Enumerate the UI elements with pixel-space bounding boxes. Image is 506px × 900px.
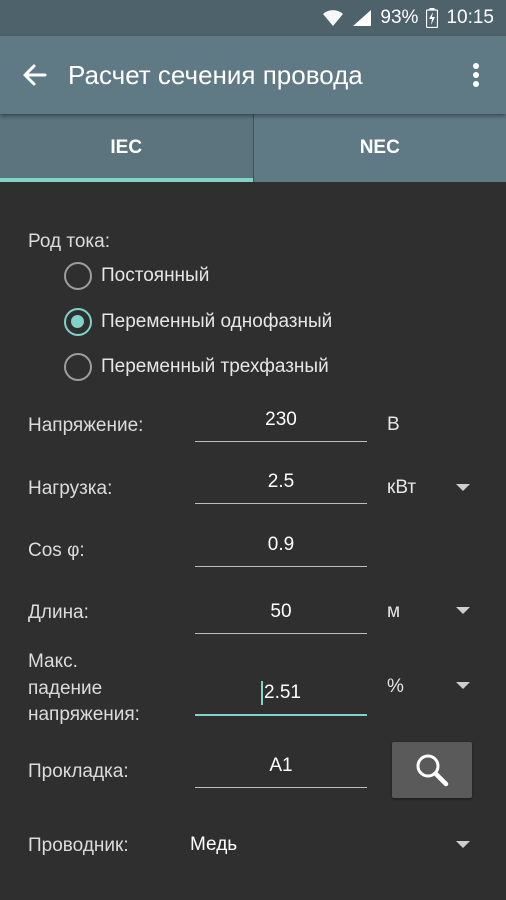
voltage-label: Напряжение: — [28, 415, 144, 436]
tab-iec[interactable]: IEC — [0, 114, 254, 182]
tab-nec-label: NEC — [359, 137, 400, 158]
more-vert-icon — [473, 63, 479, 87]
conductor-dropdown-icon[interactable] — [456, 841, 470, 848]
radio-ac-three-phase-label: Переменный трехфазный — [101, 356, 329, 377]
radio-dc-label: Постоянный — [101, 265, 210, 286]
installation-label: Прокладка: — [28, 761, 129, 782]
voltage-drop-label-line1: Макс. — [28, 651, 78, 672]
radio-ac-single-phase-label: Переменный однофазный — [101, 311, 333, 332]
conductor-select[interactable]: Медь — [190, 834, 237, 856]
length-unit-select[interactable]: м — [387, 601, 400, 623]
battery-percent: 93% — [380, 7, 419, 28]
voltage-drop-input[interactable]: 2.51 — [195, 672, 367, 716]
radio-dc[interactable]: Постоянный — [64, 260, 209, 292]
voltage-unit: В — [387, 414, 400, 435]
voltage-input[interactable]: 230 — [195, 398, 367, 442]
installation-search-button[interactable] — [392, 742, 472, 798]
length-input[interactable]: 50 — [195, 590, 367, 634]
back-button[interactable] — [0, 36, 68, 114]
cos-phi-input[interactable]: 0.9 — [195, 523, 367, 567]
radio-ac-three-phase-button[interactable] — [64, 353, 92, 381]
search-icon — [416, 754, 449, 787]
length-unit-dropdown-icon[interactable] — [456, 607, 470, 614]
clock: 10:15 — [446, 7, 494, 28]
tab-bar: IEC NEC — [0, 114, 506, 182]
form-content: Род тока: Постоянный Переменный однофазн… — [0, 182, 506, 900]
radio-dc-button[interactable] — [64, 262, 92, 290]
overflow-menu-button[interactable] — [446, 36, 506, 114]
app-title: Расчет сечения провода — [68, 59, 363, 90]
voltage-drop-label-line2: падение — [28, 678, 103, 699]
voltage-drop-value: 2.51 — [264, 682, 301, 703]
tab-nec[interactable]: NEC — [254, 114, 506, 182]
text-cursor — [261, 681, 263, 705]
radio-ac-three-phase[interactable]: Переменный трехфазный — [64, 351, 329, 383]
radio-ac-single-phase-button[interactable] — [64, 308, 92, 336]
voltage-drop-unit-dropdown-icon[interactable] — [456, 682, 470, 689]
voltage-drop-label-line3: напряжения: — [28, 704, 140, 725]
wifi-icon — [322, 9, 344, 27]
radio-ac-single-phase[interactable]: Переменный однофазный — [64, 306, 332, 338]
current-type-label: Род тока: — [28, 231, 110, 252]
cos-phi-label: Cos φ: — [28, 540, 85, 561]
tab-iec-label: IEC — [110, 137, 143, 158]
signal-icon — [352, 9, 372, 27]
battery-charging-icon — [426, 8, 439, 28]
load-unit-dropdown-icon[interactable] — [456, 484, 470, 491]
installation-input[interactable]: A1 — [195, 744, 367, 788]
length-label: Длина: — [28, 602, 89, 623]
load-unit-select[interactable]: кВт — [387, 477, 416, 499]
arrow-back-icon — [23, 64, 47, 86]
conductor-label: Проводник: — [28, 835, 129, 856]
load-label: Нагрузка: — [28, 478, 113, 499]
status-bar: 93% 10:15 — [0, 0, 506, 36]
load-input[interactable]: 2.5 — [195, 460, 367, 504]
voltage-drop-unit-select[interactable]: % — [387, 676, 404, 698]
app-bar: Расчет сечения провода — [0, 36, 506, 114]
